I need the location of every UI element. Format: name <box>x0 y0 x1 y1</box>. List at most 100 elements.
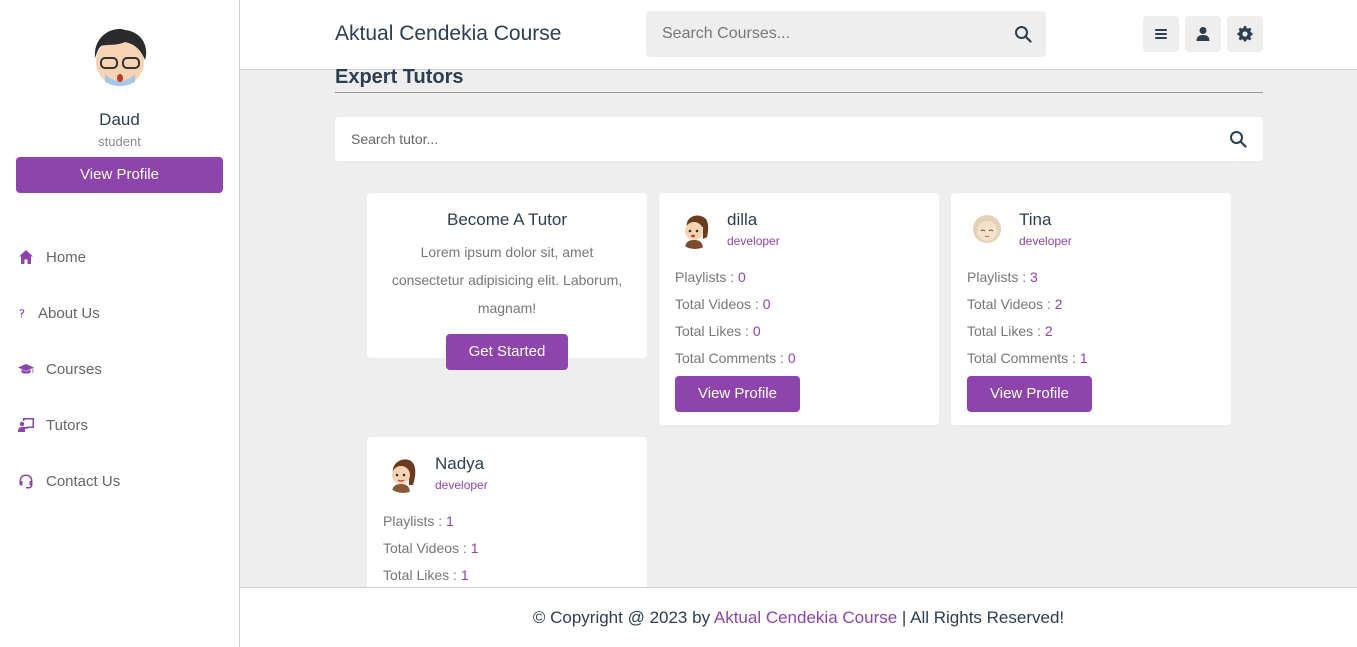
home-icon <box>16 247 36 267</box>
become-tutor-card: Become A Tutor Lorem ipsum dolor sit, am… <box>367 193 647 370</box>
become-tutor-text: Lorem ipsum dolor sit, amet consectetur … <box>391 244 623 316</box>
sidebar-item-label: Home <box>46 248 87 266</box>
stat-label: Total Comments : <box>967 350 1080 366</box>
course-search-bar <box>646 11 1046 57</box>
menu-button[interactable] <box>1143 16 1179 52</box>
stat-value: 1 <box>446 513 454 529</box>
settings-button[interactable] <box>1227 16 1263 52</box>
stat-videos: Total Videos : 0 <box>675 296 923 312</box>
sidebar-item-courses[interactable]: Courses <box>0 341 239 397</box>
footer-brand-link[interactable]: Aktual Cendekia Course <box>714 608 897 627</box>
sidebar-item-tutors[interactable]: Tutors <box>0 397 239 453</box>
page-title: Expert Tutors <box>335 66 464 88</box>
tutor-avatar <box>967 209 1007 249</box>
user-icon <box>1196 27 1210 41</box>
stat-likes: Total Likes : 1 <box>383 567 631 583</box>
stat-comments: Total Comments : 1 <box>967 350 1215 366</box>
stat-likes: Total Likes : 2 <box>967 323 1215 339</box>
stat-label: Total Comments : <box>675 350 788 366</box>
menu-icon <box>1155 29 1167 39</box>
stat-value: 3 <box>1030 269 1038 285</box>
stat-comments: Total Comments : 0 <box>675 350 923 366</box>
tutor-stats: Playlists : 0 Total Videos : 0 Total Lik… <box>675 269 923 366</box>
stat-value: 1 <box>460 567 469 583</box>
main-content: Expert Tutors Become A Tutor Lorem ipsum… <box>335 66 1263 587</box>
user-button[interactable] <box>1185 16 1221 52</box>
sidebar: Daud student View Profile Home About Us … <box>0 0 240 647</box>
chalkboard-teacher-icon <box>16 415 36 435</box>
stat-label: Playlists : <box>675 269 739 285</box>
tutor-avatar <box>383 453 423 493</box>
stat-label: Total Videos : <box>383 540 471 556</box>
settings-icon <box>1237 26 1253 42</box>
stat-value: 1 <box>1079 350 1088 366</box>
stat-videos: Total Videos : 1 <box>383 540 631 556</box>
sidebar-view-profile-button[interactable]: View Profile <box>16 157 223 193</box>
stat-value: 2 <box>1044 323 1053 339</box>
tutor-stats: Playlists : 1 Total Videos : 1 Total Lik… <box>383 513 631 583</box>
sidebar-nav: Home About Us Courses Tutors Contact Us <box>0 229 239 509</box>
sidebar-item-contact[interactable]: Contact Us <box>0 453 239 509</box>
stat-value: 0 <box>787 350 796 366</box>
search-icon[interactable] <box>1014 25 1032 43</box>
stat-playlists: Playlists : 3 <box>967 269 1215 285</box>
get-started-button[interactable]: Get Started <box>445 334 569 370</box>
headset-icon <box>16 471 36 491</box>
stat-label: Playlists : <box>383 513 447 529</box>
user-role: student <box>98 134 141 149</box>
site-logo[interactable]: Aktual Cendekia Course <box>335 22 561 46</box>
user-name: Daud <box>99 110 140 129</box>
tutor-header: Nadya developer <box>383 453 631 493</box>
graduation-cap-icon <box>16 359 36 379</box>
tutor-avatar <box>675 209 715 249</box>
stat-label: Total Likes : <box>383 567 461 583</box>
top-header: Aktual Cendekia Course <box>240 0 1357 70</box>
tutor-card: Nadya developer Playlists : 1 Total Vide… <box>367 437 647 587</box>
avatar <box>85 24 155 94</box>
tutor-name: dilla <box>727 210 758 229</box>
view-profile-button[interactable]: View Profile <box>967 376 1092 412</box>
tutor-stats: Playlists : 3 Total Videos : 2 Total Lik… <box>967 269 1215 366</box>
footer-copyright-suffix: | All Rights Reserved! <box>897 608 1065 627</box>
question-icon <box>16 303 28 323</box>
sidebar-item-label: Tutors <box>46 416 88 434</box>
stat-label: Total Likes : <box>967 323 1045 339</box>
view-profile-button[interactable]: View Profile <box>675 376 800 412</box>
tutor-card: dilla developer Playlists : 0 Total Vide… <box>659 193 939 425</box>
stat-playlists: Playlists : 0 <box>675 269 923 285</box>
stat-playlists: Playlists : 1 <box>383 513 631 529</box>
stat-value: 0 <box>752 323 761 339</box>
course-search-input[interactable] <box>646 11 986 57</box>
stat-value: 1 <box>470 540 479 556</box>
become-tutor-title: Become A Tutor <box>446 210 567 229</box>
sidebar-item-about[interactable]: About Us <box>0 285 239 341</box>
sidebar-item-home[interactable]: Home <box>0 229 239 285</box>
stat-label: Playlists : <box>967 269 1031 285</box>
footer: © Copyright @ 2023 by Aktual Cendekia Co… <box>240 587 1357 647</box>
tutor-card: Tina developer Playlists : 3 Total Video… <box>951 193 1231 425</box>
sidebar-item-label: Contact Us <box>46 472 121 490</box>
tutor-name: Nadya <box>435 454 485 473</box>
tutor-search-input[interactable] <box>335 117 1215 161</box>
search-icon[interactable] <box>1229 130 1247 148</box>
stat-value: 2 <box>1054 296 1063 312</box>
stat-value: 0 <box>762 296 771 312</box>
sidebar-item-label: About Us <box>38 304 100 322</box>
tutor-name: Tina <box>1019 210 1052 229</box>
stat-value: 0 <box>738 269 746 285</box>
tutor-role: developer <box>435 478 488 492</box>
tutor-header: dilla developer <box>675 209 923 249</box>
sidebar-profile: Daud student View Profile <box>0 0 239 193</box>
stat-likes: Total Likes : 0 <box>675 323 923 339</box>
sidebar-item-label: Courses <box>46 360 102 378</box>
header-icons <box>1143 16 1263 52</box>
tutor-search-bar <box>335 117 1263 161</box>
stat-videos: Total Videos : 2 <box>967 296 1215 312</box>
stat-label: Total Videos : <box>675 296 763 312</box>
heading-divider <box>335 92 1263 93</box>
stat-label: Total Likes : <box>675 323 753 339</box>
stat-label: Total Videos : <box>967 296 1055 312</box>
tutor-role: developer <box>727 234 780 248</box>
tutor-role: developer <box>1019 234 1072 248</box>
tutor-header: Tina developer <box>967 209 1215 249</box>
